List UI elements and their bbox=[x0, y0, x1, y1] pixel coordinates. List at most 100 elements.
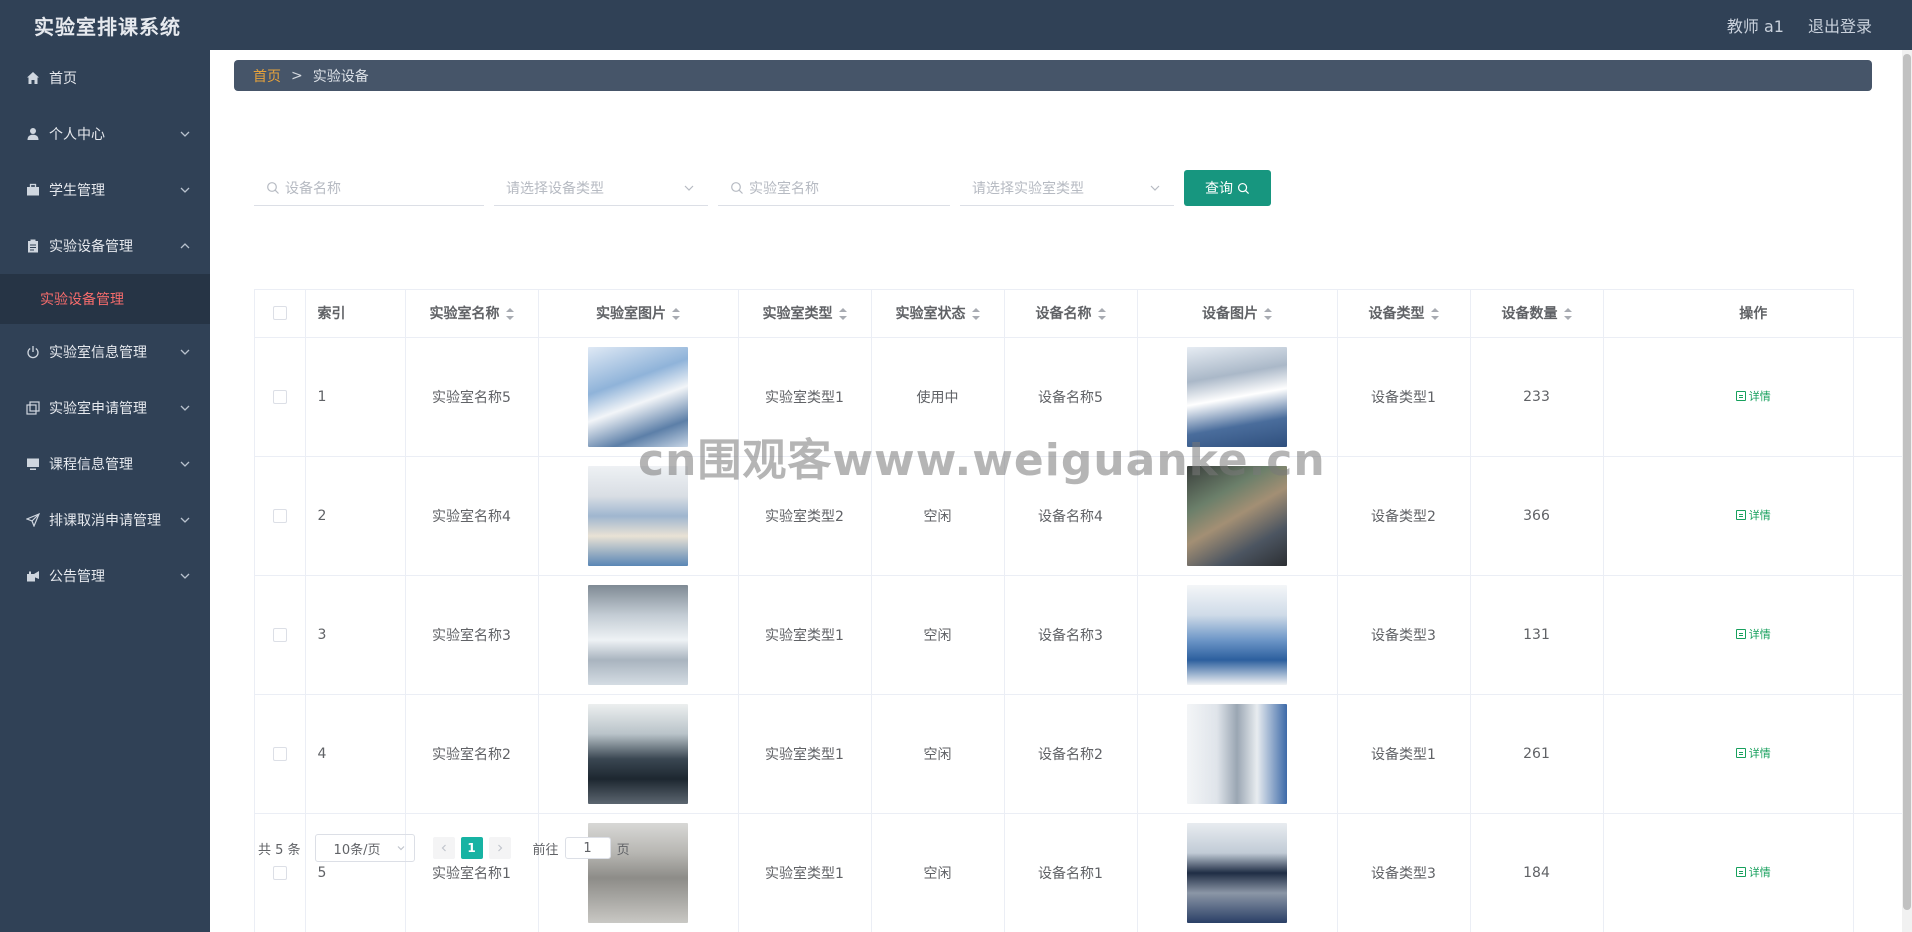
row-checkbox-cell bbox=[255, 456, 306, 576]
header-device-type[interactable]: 设备类型 bbox=[1337, 290, 1471, 338]
cell-lab-type: 实验室类型2 bbox=[738, 456, 872, 576]
cell-device-image bbox=[1137, 813, 1338, 932]
detail-button[interactable]: 详情 bbox=[1735, 864, 1771, 880]
chevron-right-icon bbox=[497, 844, 502, 852]
lab-image[interactable] bbox=[588, 465, 688, 566]
header-lab-status[interactable]: 实验室状态 bbox=[871, 290, 1005, 338]
lab-image[interactable] bbox=[588, 346, 688, 447]
header-lab-type[interactable]: 实验室类型 bbox=[738, 290, 872, 338]
query-button[interactable]: 查询 bbox=[1184, 170, 1271, 206]
pagination-total: 共 5 条 bbox=[258, 842, 301, 858]
table-header-row: 索引 实验室名称 实验室图片 实验室类型 实验室状态 设备名称 设备图片 设备类… bbox=[255, 290, 1903, 338]
sidebar-item-lab-info-management[interactable]: 实验室信息管理 bbox=[0, 324, 210, 380]
device-type-select[interactable]: 请选择设备类型 bbox=[494, 170, 708, 206]
device-name-input[interactable]: 设备名称 bbox=[254, 170, 484, 206]
cell-device-name: 设备名称3 bbox=[1004, 575, 1138, 695]
sort-icon[interactable] bbox=[1264, 308, 1272, 321]
cell-actions: 详情 bbox=[1603, 337, 1903, 457]
logout-link[interactable]: 退出登录 bbox=[1808, 13, 1872, 37]
device-image[interactable] bbox=[1187, 465, 1287, 566]
prev-page-button[interactable] bbox=[432, 837, 455, 859]
sidebar-item-home[interactable]: 首页 bbox=[0, 50, 210, 106]
lab-type-select[interactable]: 请选择实验室类型 bbox=[960, 170, 1174, 206]
row-checkbox[interactable] bbox=[272, 746, 287, 761]
header-device-image[interactable]: 设备图片 bbox=[1137, 290, 1338, 338]
device-image[interactable] bbox=[1187, 346, 1287, 447]
header-device-name[interactable]: 设备名称 bbox=[1004, 290, 1138, 338]
cell-device-type: 设备类型1 bbox=[1337, 337, 1471, 457]
sidebar-item-course-info-management[interactable]: 课程信息管理 bbox=[0, 436, 210, 492]
sidebar-item-equipment-management[interactable]: 实验设备管理 bbox=[0, 218, 210, 274]
cell-lab-status: 空闲 bbox=[871, 456, 1005, 576]
table-row: 5 实验室名称1 实验室类型1 空闲 设备名称1 设备类型3 184 详情 bbox=[255, 813, 1903, 932]
sort-icon[interactable] bbox=[1430, 308, 1439, 321]
header-lab-image[interactable]: 实验室图片 bbox=[538, 290, 739, 338]
sort-icon[interactable] bbox=[1097, 308, 1106, 321]
device-image[interactable] bbox=[1187, 822, 1287, 923]
sort-icon[interactable] bbox=[672, 308, 680, 321]
cell-lab-name: 实验室名称5 bbox=[405, 337, 539, 457]
cell-lab-type: 实验室类型1 bbox=[738, 337, 872, 457]
row-checkbox[interactable] bbox=[272, 508, 287, 523]
cell-device-name: 设备名称5 bbox=[1004, 337, 1138, 457]
cell-device-image bbox=[1137, 694, 1338, 814]
table-row: 4 实验室名称2 实验室类型1 空闲 设备名称2 设备类型1 261 详情 bbox=[255, 694, 1903, 814]
lab-name-input[interactable]: 实验室名称 bbox=[718, 170, 950, 206]
cell-lab-name: 实验室名称2 bbox=[405, 694, 539, 814]
detail-button[interactable]: 详情 bbox=[1735, 507, 1771, 523]
top-header: 实验室排课系统 教师 a1 退出登录 bbox=[0, 0, 1912, 50]
detail-button[interactable]: 详情 bbox=[1735, 388, 1771, 404]
page-size-value: 10条/页 bbox=[333, 842, 381, 858]
cell-lab-type: 实验室类型1 bbox=[738, 575, 872, 695]
goto-suffix: 页 bbox=[616, 842, 630, 858]
chevron-down-icon bbox=[180, 349, 190, 355]
row-checkbox[interactable] bbox=[272, 627, 287, 642]
cell-index: 3 bbox=[305, 575, 406, 695]
select-all-checkbox[interactable] bbox=[272, 306, 287, 321]
sidebar-item-lab-application-management[interactable]: 实验室申请管理 bbox=[0, 380, 210, 436]
table-row: 1 实验室名称5 实验室类型1 使用中 设备名称5 设备类型1 233 详情 bbox=[255, 337, 1903, 457]
breadcrumb-home[interactable]: 首页 bbox=[253, 66, 281, 86]
sort-icon[interactable] bbox=[505, 308, 514, 321]
page-size-select[interactable]: 10条/页 bbox=[314, 834, 415, 862]
detail-button-label: 详情 bbox=[1748, 390, 1771, 403]
device-image[interactable] bbox=[1187, 703, 1287, 804]
sort-icon[interactable] bbox=[971, 308, 980, 321]
breadcrumb-separator: > bbox=[291, 67, 303, 84]
header-device-count[interactable]: 设备数量 bbox=[1470, 290, 1604, 338]
device-image[interactable] bbox=[1187, 584, 1287, 685]
cell-device-name: 设备名称2 bbox=[1004, 694, 1138, 814]
cell-device-type: 设备类型3 bbox=[1337, 575, 1471, 695]
row-checkbox[interactable] bbox=[272, 865, 287, 880]
vertical-scrollbar[interactable] bbox=[1902, 50, 1912, 932]
cell-device-count: 233 bbox=[1470, 337, 1604, 457]
cell-device-type: 设备类型1 bbox=[1337, 694, 1471, 814]
sidebar-item-notice-management[interactable]: 公告管理 bbox=[0, 548, 210, 604]
chevron-left-icon bbox=[441, 844, 446, 852]
sidebar-item-schedule-cancel-management[interactable]: 排课取消申请管理 bbox=[0, 492, 210, 548]
lab-image[interactable] bbox=[588, 584, 688, 685]
cell-lab-status: 使用中 bbox=[871, 337, 1005, 457]
detail-button[interactable]: 详情 bbox=[1735, 626, 1771, 642]
user-name[interactable]: 教师 a1 bbox=[1727, 13, 1784, 37]
row-checkbox[interactable] bbox=[272, 389, 287, 404]
header-lab-name[interactable]: 实验室名称 bbox=[405, 290, 539, 338]
cell-lab-image bbox=[538, 813, 739, 932]
page-number-current[interactable]: 1 bbox=[460, 837, 483, 859]
scrollbar-thumb[interactable] bbox=[1903, 54, 1911, 910]
query-button-label: 查询 bbox=[1205, 180, 1233, 196]
sidebar-subitem-equipment-management[interactable]: 实验设备管理 bbox=[0, 274, 210, 324]
sort-icon[interactable] bbox=[838, 308, 847, 321]
cell-device-type: 设备类型2 bbox=[1337, 456, 1471, 576]
sidebar-item-personal-center[interactable]: 个人中心 bbox=[0, 106, 210, 162]
sort-icon[interactable] bbox=[1563, 308, 1572, 321]
sidebar-item-student-management[interactable]: 学生管理 bbox=[0, 162, 210, 218]
lab-image[interactable] bbox=[588, 703, 688, 804]
breadcrumb: 首页 > 实验设备 bbox=[234, 60, 1872, 91]
sidebar-item-label: 实验设备管理 bbox=[49, 239, 133, 255]
chevron-down-icon bbox=[180, 461, 190, 467]
goto-page-input[interactable] bbox=[564, 837, 611, 859]
chevron-down-icon bbox=[180, 405, 190, 411]
next-page-button[interactable] bbox=[488, 837, 511, 859]
detail-button[interactable]: 详情 bbox=[1735, 745, 1771, 761]
